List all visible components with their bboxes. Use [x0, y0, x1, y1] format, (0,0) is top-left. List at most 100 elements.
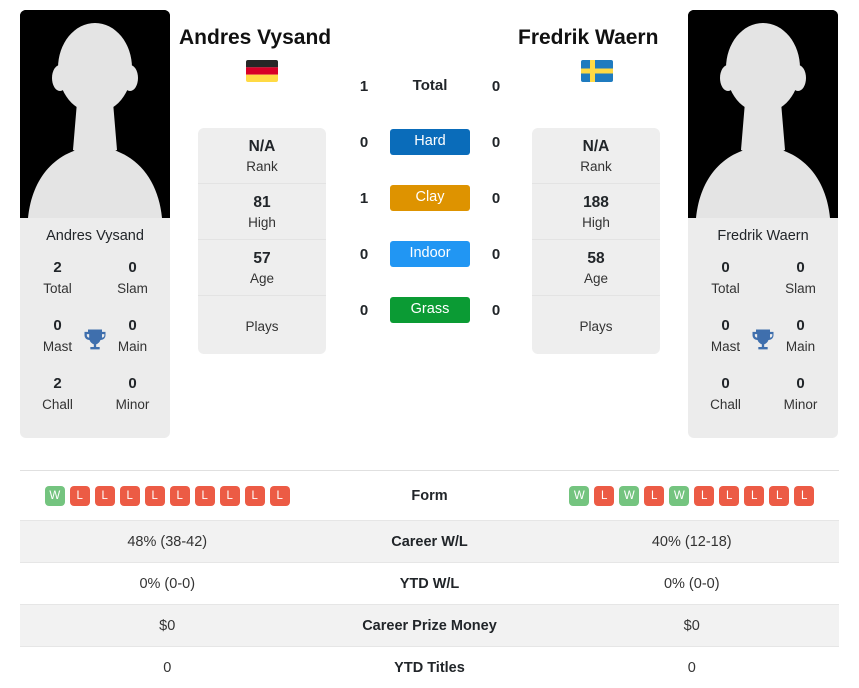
surface-badge-grass[interactable]: Grass: [390, 297, 470, 323]
stat-label: Mast: [710, 339, 741, 355]
info-high-right: 188 High: [532, 184, 660, 240]
player-card-right[interactable]: Fredrik Waern 0 Total 0 Slam 0 Mast 0 Ma…: [688, 10, 838, 438]
comparison-row-label: Form: [411, 487, 448, 504]
form-badge-loss: L: [769, 485, 790, 506]
form-badge-loss: L: [644, 485, 665, 506]
form-badge-loss: L: [169, 485, 190, 506]
stat-value: 0: [796, 316, 805, 334]
value-right: 0% (0-0): [663, 575, 720, 592]
surface-badge-clay[interactable]: Clay: [390, 185, 470, 211]
info-value: 81: [253, 194, 271, 211]
stat-value: 0: [53, 316, 62, 334]
form-badge-loss: L: [794, 485, 815, 506]
avatar-right: [688, 10, 838, 218]
value-left: $0: [159, 617, 176, 634]
stat-minor-right: 0 Minor: [763, 370, 838, 428]
h2h-left-score: 0: [359, 245, 369, 263]
stat-main-right: 0 Main: [763, 312, 838, 370]
value-left: 48% (38-42): [127, 533, 208, 550]
form-badge-win: W: [669, 485, 690, 506]
surface-badge-indoor[interactable]: Indoor: [390, 241, 470, 267]
player-name-left[interactable]: Andres Vysand: [179, 26, 331, 50]
stat-label: Chall: [710, 397, 741, 413]
h2h-row-hard: 0 Hard 0: [344, 114, 516, 170]
titles-grid-right: 0 Total 0 Slam 0 Mast 0 Main 0 Chall 0 M…: [688, 254, 838, 438]
stat-slam-left: 0 Slam: [95, 254, 170, 312]
form-left: WLLLLLLLLL: [20, 485, 315, 506]
avatar-name-left: Andres Vysand: [46, 228, 144, 244]
stat-value: 2: [53, 258, 62, 276]
player-name-right[interactable]: Fredrik Waern: [518, 26, 658, 50]
comparison-row-ytd-wl: 0% (0-0) YTD W/L 0% (0-0): [20, 563, 839, 605]
h2h-right-score: 0: [491, 77, 501, 95]
h2h-label-cell: Hard: [384, 129, 476, 155]
info-label: High: [248, 215, 276, 231]
stat-value: 0: [128, 258, 137, 276]
info-panel-left: N/A Rank 81 High 57 Age Plays: [198, 128, 326, 354]
stat-total-right: 0 Total: [688, 254, 763, 312]
stat-total-left: 2 Total: [20, 254, 95, 312]
avatar-left: [20, 10, 170, 218]
h2h-label: Total: [412, 77, 448, 94]
form-badge-win: W: [569, 485, 590, 506]
stat-chall-left: 2 Chall: [20, 370, 95, 428]
info-rank-left: N/A Rank: [198, 128, 326, 184]
form-badge-loss: L: [744, 485, 765, 506]
player-card-left[interactable]: Andres Vysand 2 Total 0 Slam 0 Mast 0 Ma…: [20, 10, 170, 438]
titles-row: 0 Chall 0 Minor: [688, 370, 838, 428]
stat-label: Minor: [783, 397, 818, 413]
h2h-right-score: 0: [491, 133, 501, 151]
form-badge-loss: L: [119, 485, 140, 506]
form-right: WLWLWLLLLL: [545, 485, 840, 506]
form-badge-loss: L: [594, 485, 615, 506]
stat-value: 0: [721, 316, 730, 334]
titles-row: 0 Total 0 Slam: [688, 254, 838, 312]
comparison-row-career-prize-money: $0 Career Prize Money $0: [20, 605, 839, 647]
info-high-left: 81 High: [198, 184, 326, 240]
info-rank-right: N/A Rank: [532, 128, 660, 184]
germany-flag-icon: [246, 60, 278, 82]
form-badge-loss: L: [144, 485, 165, 506]
comparison-row-label: Career Prize Money: [362, 617, 497, 634]
h2h-row-indoor: 0 Indoor 0: [344, 226, 516, 282]
form-badges-right: WLWLWLLLLL: [569, 485, 815, 506]
info-value: 188: [583, 194, 609, 211]
titles-grid-left: 2 Total 0 Slam 0 Mast 0 Main 2 Chall 0 M…: [20, 254, 170, 438]
form-badge-win: W: [619, 485, 640, 506]
value-left: 0: [163, 659, 172, 676]
titles-row: 2 Total 0 Slam: [20, 254, 170, 312]
value-right: 40% (12-18): [651, 533, 732, 550]
player-comparison-page: Andres Vysand 2 Total 0 Slam 0 Mast 0 Ma…: [0, 0, 859, 688]
surface-badge-hard[interactable]: Hard: [390, 129, 470, 155]
stat-mast-right: 0 Mast: [688, 312, 763, 370]
info-age-left: 57 Age: [198, 240, 326, 296]
info-label: Rank: [246, 159, 278, 175]
comparison-row-career-wl: 48% (38-42) Career W/L 40% (12-18): [20, 521, 839, 563]
stat-label: Main: [117, 339, 148, 355]
h2h-label-cell: Total: [384, 77, 476, 95]
stat-minor-left: 0 Minor: [95, 370, 170, 428]
comparison-row-label: YTD W/L: [399, 575, 460, 592]
avatar-name-right: Fredrik Waern: [717, 228, 809, 244]
value-right: $0: [683, 617, 700, 634]
info-value: 57: [253, 250, 271, 267]
stat-value: 0: [721, 374, 730, 392]
info-label: Plays: [245, 319, 279, 334]
h2h-row-clay: 1 Clay 0: [344, 170, 516, 226]
titles-row: 2 Chall 0 Minor: [20, 370, 170, 428]
form-badge-loss: L: [694, 485, 715, 506]
form-badge-loss: L: [69, 485, 90, 506]
top-section: Andres Vysand 2 Total 0 Slam 0 Mast 0 Ma…: [0, 0, 859, 462]
sweden-flag-icon: [581, 60, 613, 82]
h2h-right-score: 0: [491, 301, 501, 319]
stat-label: Slam: [117, 281, 148, 297]
comparison-row-ytd-titles: 0 YTD Titles 0: [20, 647, 839, 688]
h2h-label-cell: Grass: [384, 297, 476, 323]
h2h-right-score: 0: [491, 189, 501, 207]
h2h-left-score: 0: [359, 133, 369, 151]
info-panel-right: N/A Rank 188 High 58 Age Plays: [532, 128, 660, 354]
titles-row: 0 Mast 0 Main: [688, 312, 838, 370]
comparison-table: WLLLLLLLLL Form WLWLWLLLLL 48% (38-42) C…: [20, 470, 839, 688]
stat-label: Chall: [42, 397, 73, 413]
value-right: 0: [687, 659, 696, 676]
